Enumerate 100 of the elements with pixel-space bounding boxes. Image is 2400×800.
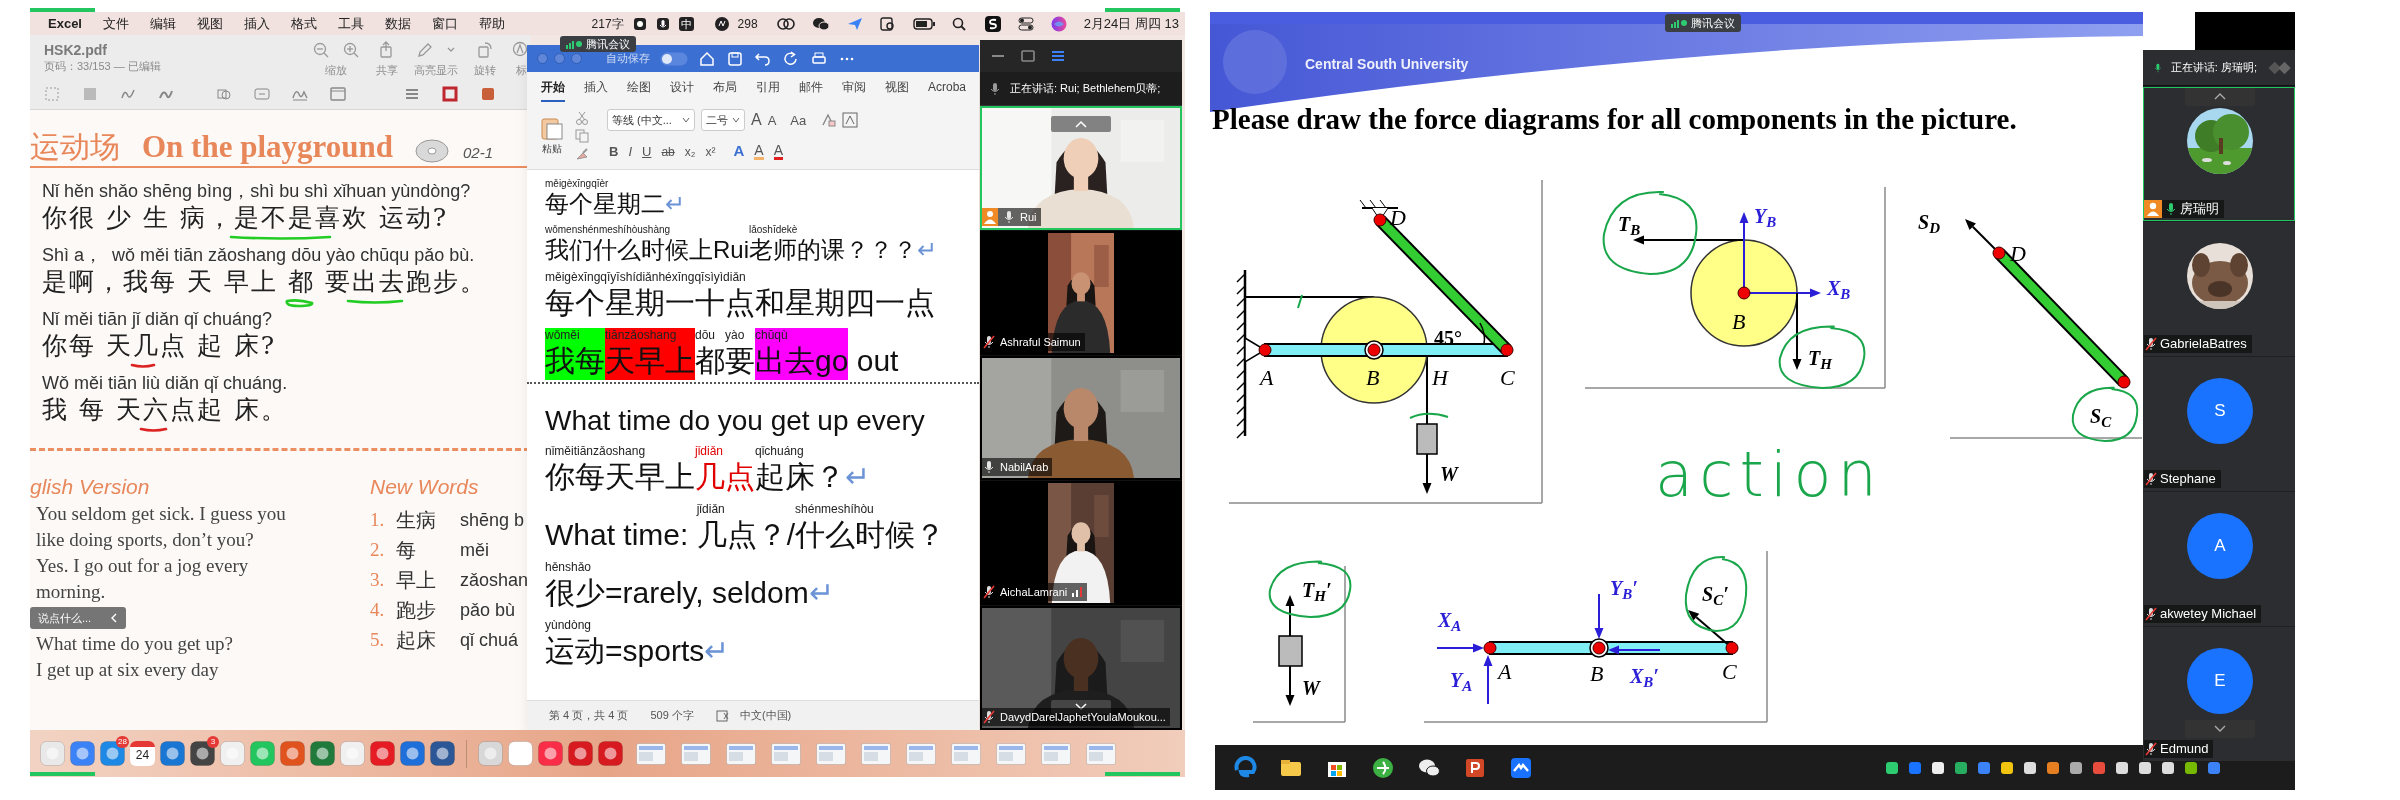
video-tile[interactable]: GabrielaBatres xyxy=(2143,222,2295,356)
zoom-in-icon[interactable] xyxy=(342,41,360,59)
window-icon[interactable] xyxy=(1020,49,1036,63)
ribbon-tab[interactable]: 审阅 xyxy=(842,78,866,102)
app-icon[interactable] xyxy=(190,741,215,766)
menu-item[interactable]: 工具 xyxy=(338,13,364,34)
search-icon[interactable] xyxy=(951,16,966,31)
window-thumbnail[interactable] xyxy=(726,742,756,765)
tray-icon[interactable] xyxy=(2046,760,2060,775)
video-tile[interactable]: A akwetey Michael xyxy=(2143,492,2295,626)
video-tile[interactable]: DavydDarelJaphetYoulaMoukou... xyxy=(980,606,1182,730)
scroll-up-button[interactable] xyxy=(2185,88,2255,106)
window-thumbnail[interactable] xyxy=(681,742,711,765)
border-color-icon[interactable] xyxy=(442,86,458,102)
window-thumbnail[interactable] xyxy=(816,742,846,765)
format-button[interactable]: x₂ xyxy=(684,142,696,161)
text-box-icon[interactable] xyxy=(842,112,859,129)
ribbon-tab[interactable]: Acroba xyxy=(928,78,967,102)
tray-icon[interactable] xyxy=(1954,760,1968,775)
color-button[interactable]: A xyxy=(754,143,764,160)
home-icon[interactable] xyxy=(698,49,716,68)
window-icon[interactable] xyxy=(330,86,346,102)
copy-icon[interactable] xyxy=(575,128,589,143)
microphone-icon[interactable] xyxy=(655,16,670,31)
app-icon[interactable] xyxy=(984,15,1001,32)
tray-icon[interactable] xyxy=(2138,760,2152,775)
menu-item[interactable]: 编辑 xyxy=(150,13,176,34)
toggle-switch[interactable] xyxy=(660,51,688,66)
video-tile[interactable]: S Stephane xyxy=(2143,357,2295,491)
ribbon-tab[interactable]: 视图 xyxy=(885,78,909,102)
font-size-button[interactable]: A xyxy=(767,110,777,130)
control-center-icon[interactable] xyxy=(1017,16,1034,31)
document-search-icon[interactable] xyxy=(879,16,896,31)
format-button[interactable]: B xyxy=(609,141,619,162)
scissors-icon[interactable] xyxy=(575,110,589,125)
browser-icon[interactable] xyxy=(1233,755,1257,780)
font-size-button[interactable]: Aa xyxy=(790,110,807,130)
markup-icon[interactable] xyxy=(512,41,530,59)
menu-item[interactable]: 格式 xyxy=(291,13,317,34)
color-button[interactable]: A xyxy=(773,143,783,160)
tray-icon[interactable] xyxy=(2000,760,2014,775)
tray-icon[interactable] xyxy=(2115,760,2129,775)
fill-color-icon[interactable] xyxy=(480,86,496,102)
collapse-button[interactable] xyxy=(1051,116,1111,132)
window-thumbnail[interactable] xyxy=(771,742,801,765)
window-button-icon[interactable] xyxy=(554,53,565,64)
format-button[interactable]: x² xyxy=(705,142,716,161)
window-thumbnail[interactable] xyxy=(906,742,936,765)
rotate-icon[interactable] xyxy=(476,41,494,59)
ribbon-tab[interactable]: 设计 xyxy=(670,78,694,102)
brush-icon[interactable] xyxy=(575,146,589,161)
format-button[interactable]: U xyxy=(642,141,652,162)
video-tile[interactable]: Ashraful Saimun xyxy=(980,231,1182,355)
window-thumbnail[interactable] xyxy=(996,742,1026,765)
tray-icon[interactable] xyxy=(1885,760,1899,775)
font-size-button[interactable]: A xyxy=(751,108,762,133)
zoom-out-icon[interactable] xyxy=(312,41,330,59)
paste-icon[interactable] xyxy=(539,115,565,141)
video-tile[interactable]: 房瑞明 xyxy=(2143,87,2295,221)
lines-icon[interactable] xyxy=(404,86,420,102)
save-icon[interactable] xyxy=(726,49,744,68)
caret-icon[interactable] xyxy=(732,116,740,125)
tray-icon[interactable] xyxy=(2069,760,2083,775)
video-tile[interactable]: E Edmund xyxy=(2143,627,2295,761)
input-method-button[interactable]: 中 xyxy=(678,16,694,31)
list-icon[interactable] xyxy=(1050,49,1066,63)
menu-item[interactable]: 窗口 xyxy=(432,13,458,34)
format-button[interactable]: I xyxy=(628,141,632,162)
tray-icon[interactable] xyxy=(2184,760,2198,775)
video-tile[interactable]: Rui xyxy=(980,106,1182,230)
window-button-icon[interactable] xyxy=(537,53,548,64)
tray-icon[interactable] xyxy=(2161,760,2175,775)
paper-plane-icon[interactable] xyxy=(846,16,863,31)
menu-item[interactable]: 帮助 xyxy=(479,13,505,34)
chat-input[interactable]: 说点什么... xyxy=(30,607,126,629)
menu-item[interactable]: 插入 xyxy=(244,13,270,34)
window-button-icon[interactable] xyxy=(571,53,582,64)
ribbon-tab[interactable]: 绘图 xyxy=(627,78,651,102)
ribbon-tab[interactable]: 邮件 xyxy=(799,78,823,102)
ribbon-tab[interactable]: 插入 xyxy=(584,78,608,102)
caret-icon[interactable] xyxy=(682,116,690,125)
chevron-left-icon[interactable] xyxy=(110,612,118,624)
video-tile[interactable]: AichaLamrani xyxy=(980,481,1182,605)
assistant-icon[interactable] xyxy=(1050,15,1067,32)
window-thumbnail[interactable] xyxy=(1041,742,1071,765)
meeting-app-icon[interactable] xyxy=(1509,755,1533,780)
window-thumbnail[interactable] xyxy=(861,742,891,765)
color-button[interactable]: A xyxy=(733,140,745,163)
globe-icon[interactable] xyxy=(1371,755,1395,780)
calendar-icon[interactable]: 24 xyxy=(130,741,155,766)
video-tile[interactable]: NabilArab xyxy=(980,356,1182,480)
rings-icon[interactable] xyxy=(776,16,795,31)
redo-icon[interactable] xyxy=(782,49,800,68)
selection-icon[interactable] xyxy=(82,86,98,102)
expand-button[interactable] xyxy=(1051,700,1111,714)
proofing-icon[interactable] xyxy=(715,709,730,722)
app-menu[interactable]: Excel xyxy=(48,13,82,34)
menu-item[interactable]: 文件 xyxy=(103,13,129,34)
window-thumbnail[interactable] xyxy=(636,742,666,765)
window-thumbnail[interactable] xyxy=(1086,742,1116,765)
